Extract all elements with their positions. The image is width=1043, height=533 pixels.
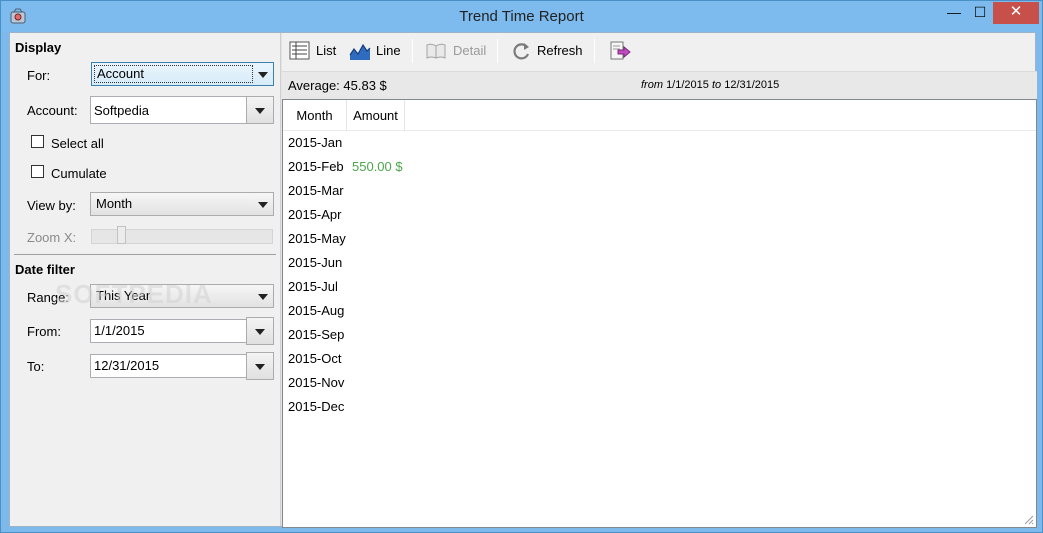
average-value: Average: 45.83 $ [288,78,387,93]
chevron-down-icon [258,202,268,208]
zoom-x-label: Zoom X: [27,230,77,245]
cumulate-checkbox[interactable] [31,165,44,178]
table-row-month[interactable]: 2015-Oct [288,347,341,371]
to-word: to [711,79,722,91]
range-select[interactable]: This Year [90,284,274,308]
display-section-title: Display [15,40,62,55]
focus-indicator [94,65,253,83]
table-row-amount[interactable]: 550.00 $ [352,155,403,179]
window-title: Trend Time Report [459,8,584,25]
table-row-month[interactable]: 2015-May [288,227,346,251]
column-header-month[interactable]: Month [283,100,347,131]
account-label: Account: [27,103,78,118]
view-by-value: Month [96,196,133,211]
toolbar-separator [594,39,595,63]
toolbar-separator [497,39,498,63]
app-window: Trend Time Report — ☐ ✕ Display For: Acc… [0,0,1043,533]
refresh-button[interactable]: Refresh [511,38,583,64]
range-value: This Year [96,288,151,303]
select-all-label[interactable]: Select all [51,136,104,151]
to-date-picker-button[interactable] [246,352,274,380]
export-icon [610,41,631,60]
section-divider [14,254,276,255]
close-button[interactable]: ✕ [993,2,1039,24]
chevron-down-icon [255,108,265,114]
list-label: List [316,43,337,58]
view-by-select[interactable]: Month [90,192,274,216]
table-row-month[interactable]: 2015-Mar [288,179,344,203]
title-bar[interactable]: Trend Time Report — ☐ ✕ [1,1,1042,32]
resize-grip-icon[interactable] [1022,513,1034,525]
column-header-amount[interactable]: Amount [347,100,405,131]
chevron-down-icon [255,329,265,335]
client-area: Display For: Account Account: Softpedia … [9,32,1037,528]
maximize-button[interactable]: ☐ [967,2,993,24]
list-button[interactable]: List [289,38,337,64]
table-row-month[interactable]: 2015-Dec [288,395,344,419]
refresh-icon [513,43,530,60]
summary-bar: Average: 45.83 $ from 1/1/2015 to 12/31/… [282,71,1037,99]
table-row-month[interactable]: 2015-Apr [288,203,341,227]
view-by-label: View by: [27,198,76,213]
table-row-month[interactable]: 2015-Feb [288,155,344,179]
to-label: To: [27,359,45,374]
export-button[interactable] [609,38,633,64]
range-label: Range: [27,290,69,305]
line-button[interactable]: Line [349,38,401,64]
filter-panel: Display For: Account Account: Softpedia … [10,33,280,526]
to-date-field[interactable]: 12/31/2015 [90,354,247,378]
detail-button[interactable]: Detail [425,38,487,64]
refresh-label: Refresh [537,43,583,58]
table-row-month[interactable]: 2015-Sep [288,323,344,347]
date-filter-section-title: Date filter [15,262,75,277]
table-row-month[interactable]: 2015-Jan [288,131,342,155]
table-header: Month Amount [283,100,1036,131]
table-row-month[interactable]: 2015-Jun [288,251,342,275]
date-range-summary: from 1/1/2015 to 12/31/2015 [641,79,779,91]
select-all-checkbox[interactable] [31,135,44,148]
line-chart-icon [349,43,371,60]
for-select[interactable]: Account [91,62,274,86]
range-to-date: 12/31/2015 [724,79,780,91]
table-row-month[interactable]: 2015-Aug [288,299,344,323]
book-icon [426,43,446,59]
chevron-down-icon [258,72,268,78]
detail-label: Detail [453,43,487,58]
zoom-x-slider-thumb[interactable] [117,226,126,244]
account-dropdown-button[interactable] [246,96,274,124]
from-label: From: [27,324,61,339]
list-icon [289,41,310,60]
report-table[interactable]: Month Amount 2015-Jan 2015-Feb 550.00 $ 201… [282,99,1037,528]
chevron-down-icon [255,364,265,370]
table-row-month[interactable]: 2015-Nov [288,371,344,395]
report-panel: List Line Detail Refresh Average: 45.83 … [282,33,1037,528]
for-label: For: [27,68,51,83]
from-date-picker-button[interactable] [246,317,274,345]
cumulate-label[interactable]: Cumulate [51,166,107,181]
toolbar-separator [412,39,413,63]
minimize-button[interactable]: — [941,2,967,24]
table-row-month[interactable]: 2015-Jul [288,275,338,299]
from-date-field[interactable]: 1/1/2015 [90,319,247,343]
toolbar: List Line Detail Refresh [282,33,1037,69]
range-from-date: 1/1/2015 [666,79,709,91]
line-label: Line [376,43,401,58]
chevron-down-icon [258,294,268,300]
account-field[interactable]: Softpedia [90,96,247,124]
from-word: from [641,79,663,91]
